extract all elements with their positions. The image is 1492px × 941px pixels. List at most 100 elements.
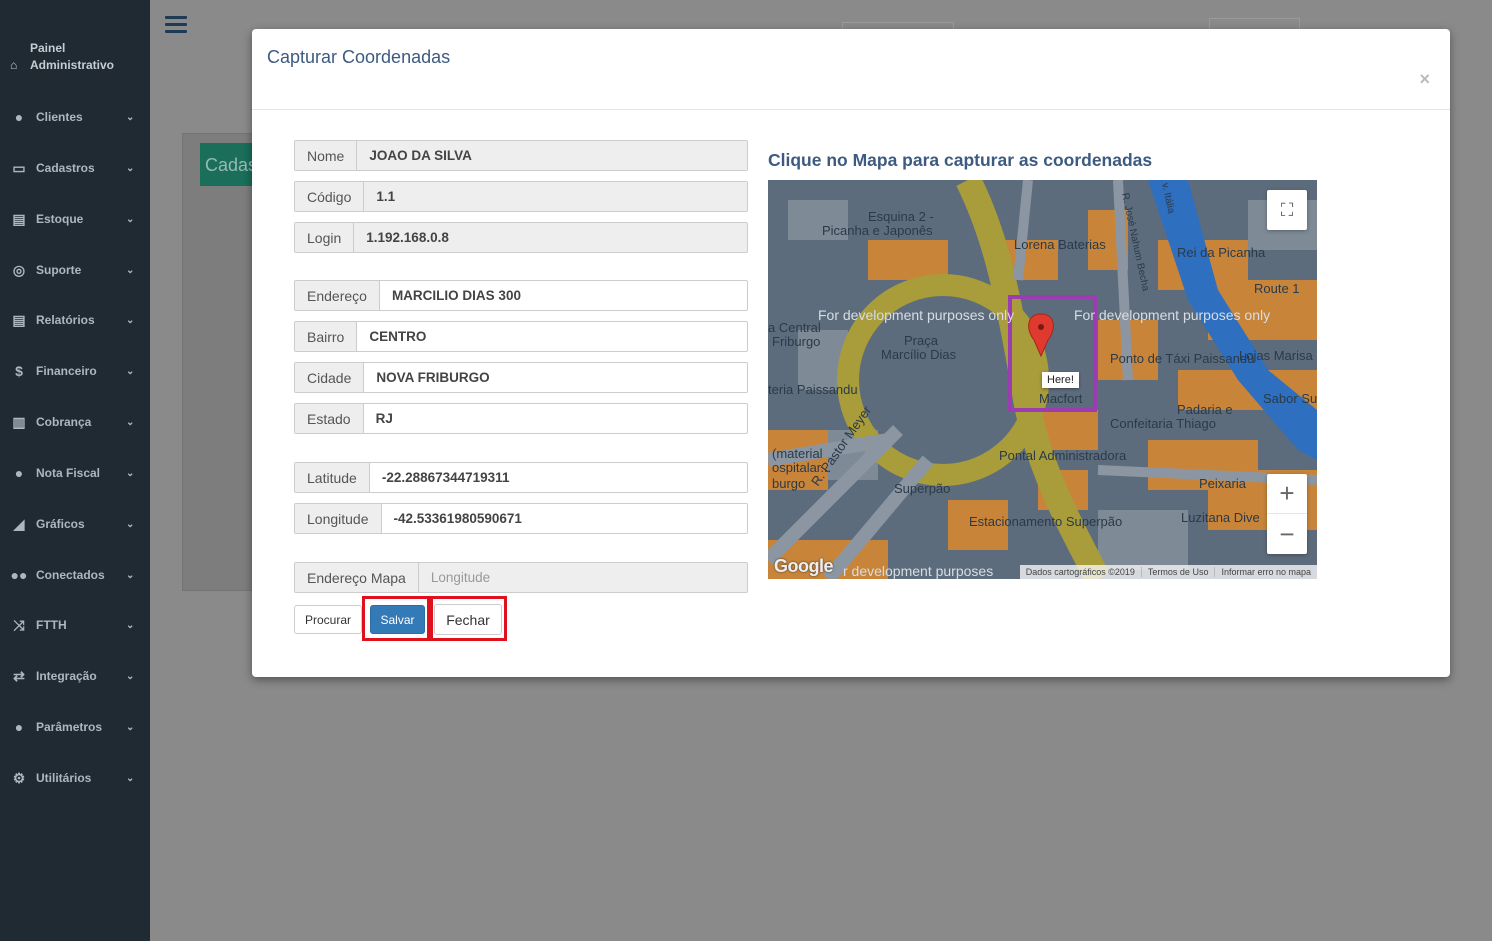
field-label: Bairro bbox=[295, 322, 358, 351]
map-place-label: Ponto de Táxi Paissandú bbox=[1110, 351, 1255, 366]
zoom-out-button[interactable]: − bbox=[1267, 514, 1307, 554]
google-logo[interactable]: Google bbox=[774, 556, 834, 577]
login-field[interactable]: Login 1.192.168.0.8 bbox=[294, 222, 748, 253]
capture-coordinates-modal: Capturar Coordenadas × Nome JOAO DA SILVA… bbox=[252, 29, 1450, 677]
sidebar-brand-label: Painel Administrativo bbox=[30, 41, 115, 72]
user-icon: ● bbox=[14, 719, 24, 735]
sidebar-brand[interactable]: ⌂ Painel Administrativo bbox=[10, 40, 120, 74]
bairro-field[interactable]: Bairro CENTRO bbox=[294, 321, 748, 352]
sidebar-item-label: FTTH bbox=[36, 618, 67, 632]
map-place-label: a Central bbox=[768, 320, 821, 335]
dev-notice: For development purposes only bbox=[818, 307, 1015, 323]
procurar-button[interactable]: Procurar bbox=[294, 605, 362, 634]
sidebar-item-nota-fiscal[interactable]: ● Nota Fiscal ⌄ bbox=[0, 458, 150, 488]
sidebar-item-suporte[interactable]: ◎ Suporte ⌄ bbox=[0, 255, 150, 285]
field-label: Nome bbox=[295, 141, 358, 170]
field-value: RJ bbox=[375, 411, 393, 426]
chevron-down-icon: ⌄ bbox=[126, 314, 135, 326]
field-label: Latitude bbox=[295, 463, 370, 492]
chevron-down-icon: ⌄ bbox=[126, 111, 135, 123]
sidebar-item-graficos[interactable]: ◢ Gráficos ⌄ bbox=[0, 509, 150, 539]
field-value: -22.28867344719311 bbox=[381, 470, 510, 485]
sidebar-item-label: Integração bbox=[36, 669, 97, 683]
map-place-label: Superpão bbox=[894, 481, 951, 496]
cidade-field[interactable]: Cidade NOVA FRIBURGO bbox=[294, 362, 748, 393]
sidebar-item-label: Clientes bbox=[36, 110, 83, 124]
endereco-field[interactable]: Endereço MARCILIO DIAS 300 bbox=[294, 280, 748, 311]
home-icon: ⌂ bbox=[10, 58, 18, 72]
map-place-label: Padaria e bbox=[1177, 402, 1233, 417]
salvar-button[interactable]: Salvar bbox=[370, 605, 425, 634]
map-place-label: Friburgo bbox=[772, 334, 821, 349]
sidebar-item-estoque[interactable]: ▤ Estoque ⌄ bbox=[0, 204, 150, 234]
chevron-down-icon: ⌄ bbox=[126, 518, 135, 530]
sidebar-item-clientes[interactable]: ● Clientes ⌄ bbox=[0, 102, 150, 132]
longitude-field[interactable]: Longitude -42.53361980590671 bbox=[294, 503, 748, 534]
map-place-label: Rei da Picanha bbox=[1177, 245, 1266, 260]
hamburger-menu-icon[interactable] bbox=[165, 16, 187, 36]
map-place-label: Praça bbox=[904, 333, 938, 348]
sidebar-item-ftth[interactable]: ⤨ FTTH ⌄ bbox=[0, 610, 150, 640]
chevron-down-icon: ⌄ bbox=[126, 670, 135, 682]
chevron-down-icon: ⌄ bbox=[126, 162, 135, 174]
sidebar-item-cobranca[interactable]: ▥ Cobrança ⌄ bbox=[0, 407, 150, 437]
sidebar-item-parametros[interactable]: ● Parâmetros ⌄ bbox=[0, 712, 150, 742]
zoom-in-button[interactable]: + bbox=[1267, 474, 1307, 514]
endereco-mapa-input[interactable]: Longitude bbox=[418, 563, 747, 592]
latitude-field[interactable]: Latitude -22.28867344719311 bbox=[294, 462, 748, 493]
sidebar-item-utilitarios[interactable]: ⚙ Utilitários ⌄ bbox=[0, 763, 150, 793]
dev-notice: For development purposes only bbox=[1074, 307, 1271, 323]
sidebar-item-relatorios[interactable]: ▤ Relatórios ⌄ bbox=[0, 305, 150, 335]
map-place-label: Estacionamento Superpão bbox=[969, 514, 1123, 529]
sidebar-item-cadastros[interactable]: ▭ Cadastros ⌄ bbox=[0, 153, 150, 183]
users-icon: ●● bbox=[10, 567, 28, 583]
map-place-label: burgo bbox=[772, 476, 806, 491]
sidebar-item-label: Cadastros bbox=[36, 161, 95, 175]
barcode-icon: ▥ bbox=[12, 413, 26, 430]
map-place-label: Macfort bbox=[1039, 391, 1083, 406]
cogs-icon: ⚙ bbox=[12, 769, 26, 786]
field-label: Código bbox=[295, 182, 365, 211]
nome-field[interactable]: Nome JOAO DA SILVA bbox=[294, 140, 748, 171]
sidebar-item-label: Conectados bbox=[36, 568, 105, 582]
fullscreen-button[interactable]: ⛶ bbox=[1267, 190, 1307, 230]
field-label: Endereço bbox=[295, 281, 380, 310]
modal-title: Capturar Coordenadas bbox=[267, 47, 451, 67]
estado-field[interactable]: Estado RJ bbox=[294, 403, 748, 434]
sidebar-item-label: Relatórios bbox=[36, 313, 95, 327]
field-label: Cidade bbox=[295, 363, 365, 392]
map-place-label: Sabor Su bbox=[1263, 391, 1317, 406]
sidebar-item-financeiro[interactable]: $ Financeiro ⌄ bbox=[0, 356, 150, 386]
close-icon[interactable]: × bbox=[1419, 69, 1430, 90]
google-map[interactable]: Here! For development purposes only For … bbox=[768, 180, 1317, 579]
map-place-label: Peixaria bbox=[1199, 476, 1246, 491]
modal-header: Capturar Coordenadas × bbox=[252, 29, 1450, 110]
chevron-down-icon: ⌄ bbox=[126, 721, 135, 733]
map-place-label: Marcílio Dias bbox=[881, 347, 957, 362]
user-icon: ● bbox=[14, 465, 24, 481]
chevron-down-icon: ⌄ bbox=[126, 772, 135, 784]
fechar-button[interactable]: Fechar bbox=[434, 604, 502, 635]
sidebar-item-conectados[interactable]: ●● Conectados ⌄ bbox=[0, 560, 150, 590]
map-place-label: (material bbox=[772, 446, 823, 461]
terms-link[interactable]: Termos de Uso bbox=[1140, 567, 1215, 577]
chevron-down-icon: ⌄ bbox=[126, 619, 135, 631]
user-icon: ● bbox=[14, 109, 24, 125]
map-heading: Clique no Mapa para capturar as coordena… bbox=[768, 150, 1153, 170]
zoom-control: + − bbox=[1267, 474, 1307, 554]
map-place-label: Lorena Baterias bbox=[1014, 237, 1106, 252]
sidebar-item-label: Estoque bbox=[36, 212, 84, 226]
random-icon: ⤨ bbox=[13, 616, 25, 633]
field-value: 1.1 bbox=[364, 182, 747, 211]
dev-notice: r development purposes bbox=[843, 563, 994, 579]
codigo-field[interactable]: Código 1.1 bbox=[294, 181, 748, 212]
marker-info-window: Here! bbox=[1042, 372, 1079, 388]
map-place-label: Luzitana Dive bbox=[1181, 510, 1260, 525]
field-value: 1.192.168.0.8 bbox=[354, 223, 747, 252]
endereco-mapa-field[interactable]: Endereço Mapa Longitude bbox=[294, 562, 748, 593]
map-place-label: Route 1 bbox=[1254, 281, 1300, 296]
report-error-link[interactable]: Informar erro no mapa bbox=[1214, 567, 1317, 577]
lifebuoy-icon: ◎ bbox=[12, 261, 26, 278]
fullscreen-icon: ⛶ bbox=[1280, 199, 1294, 220]
sidebar-item-integracao[interactable]: ⇄ Integração ⌄ bbox=[0, 661, 150, 691]
